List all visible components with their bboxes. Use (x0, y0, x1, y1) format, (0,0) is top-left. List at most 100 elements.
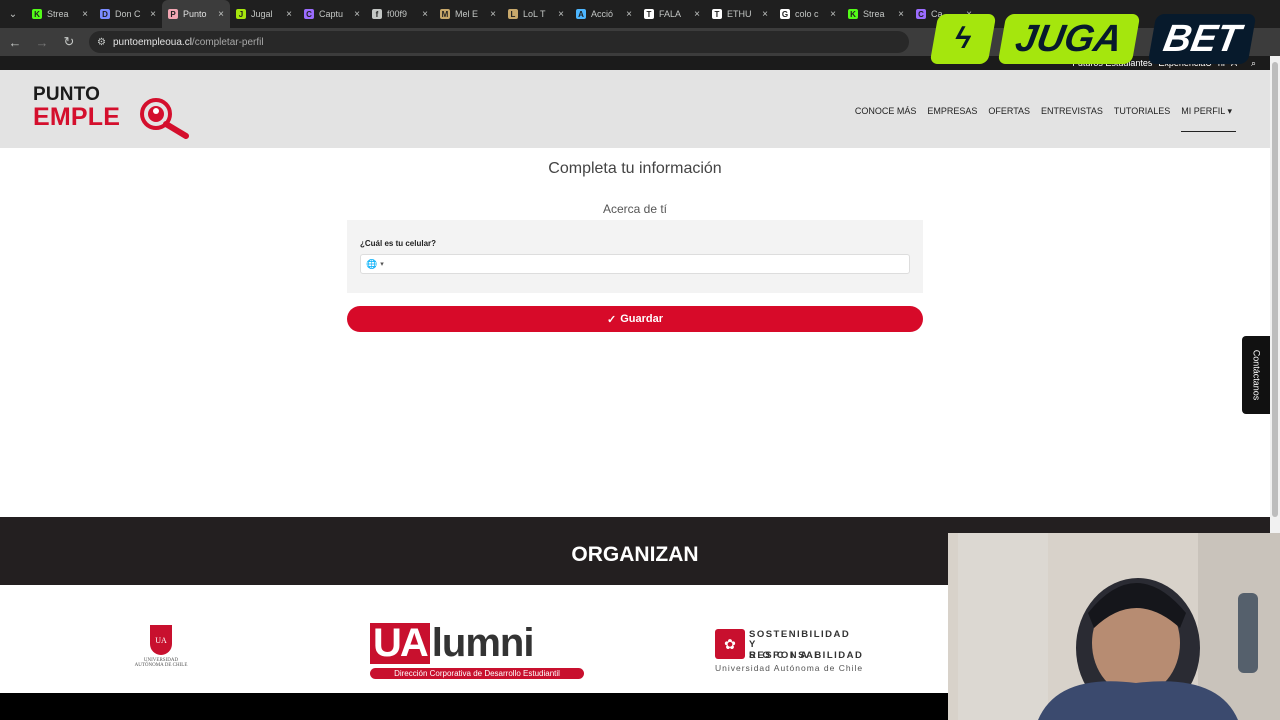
country-globe-icon[interactable]: 🌐 (366, 259, 377, 270)
address-bar[interactable]: ⚙ puntoempleoua.cl/completar-perfil (89, 31, 909, 53)
browser-tab[interactable]: Gcolo c × (774, 0, 842, 28)
main-navigation: CONOCE MÁS EMPRESAS OFERTAS ENTREVISTAS … (855, 106, 1236, 132)
tab-favicon-icon: P (168, 9, 178, 19)
lightning-bolt-icon: ϟ (929, 14, 997, 64)
ualumni-lumni: lumni (431, 621, 535, 665)
universidad-autonoma-logo[interactable]: UA UNIVERSIDAD AUTÓNOMA DE CHILE (130, 625, 192, 668)
ua-logo-name: UNIVERSIDAD AUTÓNOMA DE CHILE (134, 658, 188, 668)
section-title: Acerca de tí (602, 202, 668, 216)
tab-close-icon[interactable]: × (218, 9, 224, 20)
logo-line-emple: EMPLE (33, 103, 121, 131)
tab-label: f00f9 (387, 9, 408, 19)
tab-favicon-icon: C (304, 9, 314, 19)
magnifier-logo-icon (140, 98, 189, 139)
browser-tab[interactable]: P Punto × (162, 0, 230, 28)
jugabet-juga: JUGA (997, 14, 1140, 64)
reload-icon[interactable]: ↻ (57, 30, 81, 54)
about-you-section: ¿Cuál es tu celular? 🌐 ▾ (347, 220, 923, 293)
tab-close-icon[interactable]: × (150, 9, 156, 20)
tab-close-icon[interactable]: × (830, 9, 836, 20)
tab-label: Captu (319, 9, 344, 19)
tab-favicon-icon: C (916, 9, 926, 19)
tab-close-icon[interactable]: × (422, 9, 428, 20)
tab-list: K Strea × D Don C × P Punto × J Jugal × C Captu × f f00f… (26, 0, 978, 28)
nav-mi-perfil-dropdown[interactable]: MI PERFIL ▾ (1181, 106, 1236, 132)
browser-tab[interactable]: M Mel E × (434, 0, 502, 28)
browser-tab[interactable]: A Acció × (570, 0, 638, 28)
tab-favicon-icon: K (848, 9, 858, 19)
tab-favicon-icon: A (576, 9, 586, 19)
jugabet-overlay-logo: ϟ JUGA BET (929, 12, 1268, 66)
tab-favicon-icon: T (644, 9, 654, 19)
ualumni-subtitle: Dirección Corporativa de Desarrollo Estu… (370, 668, 584, 679)
nav-entrevistas[interactable]: ENTREVISTAS (1041, 106, 1103, 132)
nav-tutoriales[interactable]: TUTORIALES (1114, 106, 1170, 132)
sost-university: Universidad Autónoma de Chile (715, 663, 864, 673)
save-button[interactable]: ✓ Guardar (347, 306, 923, 332)
browser-tab[interactable]: f f00f9 × (366, 0, 434, 28)
tab-favicon-icon: D (100, 9, 110, 19)
tab-label: Strea (863, 9, 885, 19)
jugabet-bet: BET (1147, 14, 1257, 64)
tab-favicon-icon: L (508, 9, 518, 19)
tab-label: colo c (795, 9, 819, 19)
contactanos-label: Contáctanos (1251, 349, 1262, 401)
browser-tab[interactable]: K Strea × (842, 0, 910, 28)
nav-ofertas[interactable]: OFERTAS (988, 106, 1030, 132)
tab-label: Jugal (251, 9, 273, 19)
ua-shield-icon: UA (150, 625, 172, 655)
tab-close-icon[interactable]: × (898, 9, 904, 20)
browser-tab[interactable]: L LoL T × (502, 0, 570, 28)
browser-tab[interactable]: T FALA × (638, 0, 706, 28)
tab-favicon-icon: M (440, 9, 450, 19)
nav-conoce-mas[interactable]: CONOCE MÁS (855, 106, 917, 132)
contactanos-tab[interactable]: Contáctanos (1242, 336, 1270, 414)
url-path: /completar-perfil (191, 36, 264, 48)
scrollbar-thumb[interactable] (1272, 62, 1278, 517)
back-arrow-icon[interactable]: ← (3, 30, 27, 54)
site-header: PUNTO EMPLE CONOCE MÁS EMPRESAS OFERTAS … (0, 70, 1270, 148)
browser-tab[interactable]: J Jugal × (230, 0, 298, 28)
country-caret-icon[interactable]: ▾ (380, 260, 384, 268)
site-info-icon[interactable]: ⚙ (97, 37, 106, 48)
forward-arrow-icon[interactable]: → (30, 30, 54, 54)
browser-tab[interactable]: K Strea × (26, 0, 94, 28)
streamer-webcam-image (948, 533, 1280, 720)
tab-label: Don C (115, 9, 141, 19)
caret-down-icon: ▾ (1227, 106, 1232, 116)
tab-close-icon[interactable]: × (354, 9, 360, 20)
tab-close-icon[interactable]: × (286, 9, 292, 20)
sost-line3: SOCIAL (749, 650, 827, 661)
sostenibilidad-seal-icon: ✿ (715, 629, 745, 659)
ualumni-ua: UA (370, 623, 430, 664)
tab-favicon-icon: J (236, 9, 246, 19)
tab-label: Mel E (455, 9, 479, 19)
tab-close-icon[interactable]: × (490, 9, 496, 20)
phone-input[interactable]: 🌐 ▾ (360, 254, 910, 274)
tab-favicon-icon: f (372, 9, 382, 19)
ualumni-logo[interactable]: UA lumni Dirección Corporativa de Desarr… (370, 623, 584, 679)
webcam-overlay (948, 533, 1280, 720)
tab-close-icon[interactable]: × (694, 9, 700, 20)
tab-close-icon[interactable]: × (626, 9, 632, 20)
tab-close-icon[interactable]: × (762, 9, 768, 20)
tab-label: FALA (659, 9, 682, 19)
tab-favicon-icon: T (712, 9, 722, 19)
tab-label: Acció (591, 9, 614, 19)
tab-label: Punto (183, 9, 207, 19)
tab-close-icon[interactable]: × (82, 9, 88, 20)
nav-empresas[interactable]: EMPRESAS (927, 106, 977, 132)
tab-search-dropdown-icon[interactable]: ⌄ (0, 0, 26, 28)
tab-favicon-icon: G (780, 9, 790, 19)
punto-empleo-logo[interactable]: PUNTO EMPLE (33, 84, 193, 140)
browser-tab[interactable]: T ETHU × (706, 0, 774, 28)
checkmark-icon: ✓ (606, 313, 617, 326)
tab-close-icon[interactable]: × (558, 9, 564, 20)
nav-mi-perfil-label: MI PERFIL (1181, 106, 1225, 116)
save-button-label: Guardar (620, 313, 663, 325)
tab-favicon-icon: K (32, 9, 42, 19)
browser-tab[interactable]: C Captu × (298, 0, 366, 28)
url-host: puntoempleoua.cl (112, 36, 192, 48)
tab-label: Strea (47, 9, 69, 19)
browser-tab[interactable]: D Don C × (94, 0, 162, 28)
